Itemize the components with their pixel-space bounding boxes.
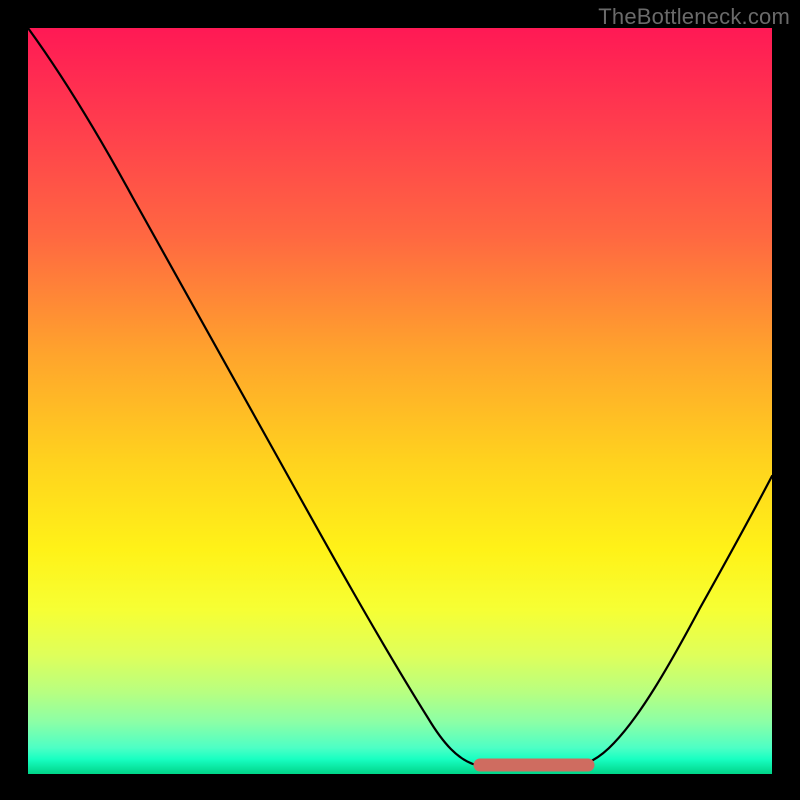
- chart-frame: TheBottleneck.com: [0, 0, 800, 800]
- watermark-text: TheBottleneck.com: [598, 4, 790, 30]
- curve-layer: [28, 28, 772, 774]
- plot-area: [28, 28, 772, 774]
- bottleneck-curve: [28, 28, 772, 769]
